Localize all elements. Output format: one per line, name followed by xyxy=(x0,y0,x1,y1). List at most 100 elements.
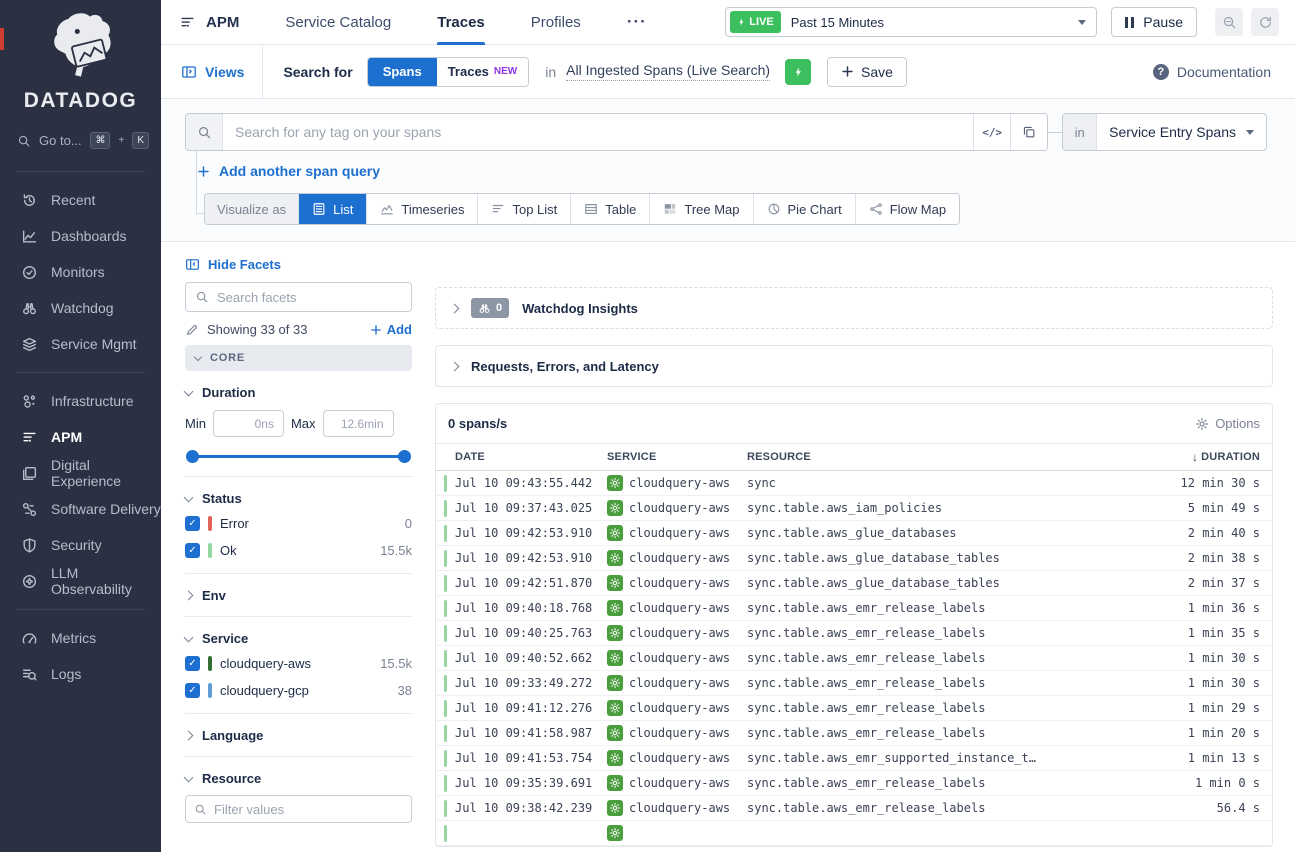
slider-handle-min[interactable] xyxy=(186,450,199,463)
refresh-button[interactable] xyxy=(1251,8,1279,36)
table-row[interactable]: Jul 10 09:42:53.910cloudquery-awssync.ta… xyxy=(436,521,1272,546)
checkbox-icon[interactable]: ✓ xyxy=(185,516,200,531)
facet-value-cloudquery-aws[interactable]: ✓cloudquery-aws15.5k xyxy=(185,653,412,673)
sidebar-item-software-delivery[interactable]: Software Delivery xyxy=(0,491,161,527)
content-area: Hide Facets Showing 33 of 33 Add CORE xyxy=(161,242,1295,852)
sidebar-item-apm[interactable]: APM xyxy=(0,419,161,455)
span-scope-select[interactable]: in Service Entry Spans xyxy=(1062,113,1267,151)
datadog-logo[interactable]: DATADOG xyxy=(0,0,161,117)
table-row[interactable]: Jul 10 09:41:58.987cloudquery-awssync.ta… xyxy=(436,721,1272,746)
sidebar-item-recent[interactable]: Recent xyxy=(0,182,161,218)
sidebar-item-llm-observability[interactable]: LLM Observability xyxy=(0,563,161,599)
toggle-spans[interactable]: Spans xyxy=(368,58,437,86)
table-row[interactable]: Jul 10 09:43:55.442cloudquery-awssync12 … xyxy=(436,471,1272,496)
sidebar-item-watchdog[interactable]: Watchdog xyxy=(0,290,161,326)
slider-handle-max[interactable] xyxy=(398,450,411,463)
code-view-button[interactable]: </> xyxy=(973,114,1010,150)
connector-line xyxy=(1048,132,1062,133)
tab-traces[interactable]: Traces xyxy=(437,0,485,45)
span-search-input[interactable] xyxy=(223,114,973,150)
sidebar-item-digital-experience[interactable]: Digital Experience xyxy=(0,455,161,491)
watchdog-insights-panel[interactable]: 0 Watchdog Insights xyxy=(435,287,1273,329)
facet-duration-header[interactable]: Duration xyxy=(185,385,412,400)
facet-value-error[interactable]: ✓Error0 xyxy=(185,513,412,533)
sidebar-item-metrics[interactable]: Metrics xyxy=(0,620,161,656)
column-header-date[interactable]: DATE xyxy=(455,451,607,463)
checkbox-icon[interactable]: ✓ xyxy=(185,683,200,698)
query-connector-vline xyxy=(196,151,197,213)
duration-min-input[interactable] xyxy=(213,410,284,437)
row-duration: 56.4 s xyxy=(1152,801,1272,815)
sidebar-item-label: LLM Observability xyxy=(51,565,161,597)
time-range-picker[interactable]: LIVE Past 15 Minutes xyxy=(725,7,1097,37)
row-resource: sync.table.aws_emr_release_labels xyxy=(747,676,1152,690)
facet-divider xyxy=(185,476,412,477)
copy-button[interactable] xyxy=(1010,114,1047,150)
pencil-icon[interactable] xyxy=(185,323,199,337)
column-header-resource[interactable]: RESOURCE xyxy=(747,451,1152,463)
column-header-duration[interactable]: ↓ DURATION xyxy=(1152,450,1272,464)
sidebar-item-service-mgmt[interactable]: Service Mgmt xyxy=(0,326,161,362)
search-for-label: Search for xyxy=(283,64,352,80)
duration-slider[interactable] xyxy=(186,450,411,463)
table-row[interactable] xyxy=(436,821,1272,846)
facet-search-input[interactable] xyxy=(217,290,402,305)
table-row[interactable]: Jul 10 09:42:51.870cloudquery-awssync.ta… xyxy=(436,571,1272,596)
more-tabs-button[interactable]: ··· xyxy=(627,12,647,32)
table-row[interactable]: Jul 10 09:42:53.910cloudquery-awssync.ta… xyxy=(436,546,1272,571)
facet-value-cloudquery-gcp[interactable]: ✓cloudquery-gcp38 xyxy=(185,680,412,700)
facet-status-header[interactable]: Status xyxy=(185,491,412,506)
views-button[interactable]: Views xyxy=(181,45,263,98)
checkbox-icon[interactable]: ✓ xyxy=(185,543,200,558)
visualize-tab-top-list[interactable]: Top List xyxy=(478,194,571,224)
sidebar-item-infrastructure[interactable]: Infrastructure xyxy=(0,383,161,419)
timeseries-icon xyxy=(380,202,394,216)
goto-search[interactable]: Go to... ⌘ + K xyxy=(0,117,161,161)
sidebar-item-monitors[interactable]: Monitors xyxy=(0,254,161,290)
sidebar-item-dashboards[interactable]: Dashboards xyxy=(0,218,161,254)
facet-value-ok[interactable]: ✓Ok15.5k xyxy=(185,540,412,560)
infrastructure-icon xyxy=(21,393,38,410)
chevron-down-icon xyxy=(184,386,194,396)
facet-env-header[interactable]: Env xyxy=(185,588,412,603)
table-row[interactable]: Jul 10 09:40:52.662cloudquery-awssync.ta… xyxy=(436,646,1272,671)
table-row[interactable]: Jul 10 09:37:43.025cloudquery-awssync.ta… xyxy=(436,496,1272,521)
facet-language-header[interactable]: Language xyxy=(185,728,412,743)
ingested-spans-scope-link[interactable]: All Ingested Spans (Live Search) xyxy=(566,62,770,81)
add-span-query-button[interactable]: Add another span query xyxy=(197,163,380,179)
table-row[interactable]: Jul 10 09:35:39.691cloudquery-awssync.ta… xyxy=(436,771,1272,796)
live-search-button[interactable] xyxy=(785,59,811,85)
documentation-link[interactable]: ? Documentation xyxy=(1153,64,1271,80)
column-header-service[interactable]: SERVICE xyxy=(607,451,747,463)
resource-filter-input[interactable] xyxy=(214,802,403,817)
visualize-tab-flow-map[interactable]: Flow Map xyxy=(856,194,959,224)
hide-facets-button[interactable]: Hide Facets xyxy=(185,257,412,272)
tab-service-catalog[interactable]: Service Catalog xyxy=(285,0,391,45)
tab-profiles[interactable]: Profiles xyxy=(531,0,581,45)
checkbox-icon[interactable]: ✓ xyxy=(185,656,200,671)
facet-resource-header[interactable]: Resource xyxy=(185,771,412,786)
duration-max-input[interactable] xyxy=(323,410,394,437)
facet-service-header[interactable]: Service xyxy=(185,631,412,646)
visualize-tab-pie-chart[interactable]: Pie Chart xyxy=(754,194,856,224)
visualize-tab-tree-map[interactable]: Tree Map xyxy=(650,194,753,224)
zoom-out-button[interactable] xyxy=(1215,8,1243,36)
save-button[interactable]: Save xyxy=(827,57,907,87)
table-row[interactable]: Jul 10 09:40:18.768cloudquery-awssync.ta… xyxy=(436,596,1272,621)
table-row[interactable]: Jul 10 09:38:42.239cloudquery-awssync.ta… xyxy=(436,796,1272,821)
core-group-header[interactable]: CORE xyxy=(185,345,412,371)
table-row[interactable]: Jul 10 09:41:53.754cloudquery-awssync.ta… xyxy=(436,746,1272,771)
pause-button[interactable]: Pause xyxy=(1111,7,1197,37)
requests-errors-latency-panel[interactable]: Requests, Errors, and Latency xyxy=(435,345,1273,387)
toggle-traces[interactable]: Traces NEW xyxy=(437,58,529,86)
table-row[interactable]: Jul 10 09:41:12.276cloudquery-awssync.ta… xyxy=(436,696,1272,721)
table-row[interactable]: Jul 10 09:40:25.763cloudquery-awssync.ta… xyxy=(436,621,1272,646)
visualize-tab-timeseries[interactable]: Timeseries xyxy=(367,194,478,224)
add-facet-button[interactable]: Add xyxy=(370,322,412,337)
visualize-tab-list[interactable]: List xyxy=(299,194,367,224)
options-button[interactable]: Options xyxy=(1195,416,1260,431)
table-row[interactable]: Jul 10 09:33:49.272cloudquery-awssync.ta… xyxy=(436,671,1272,696)
sidebar-item-security[interactable]: Security xyxy=(0,527,161,563)
visualize-tab-table[interactable]: Table xyxy=(571,194,650,224)
sidebar-item-logs[interactable]: Logs xyxy=(0,656,161,692)
